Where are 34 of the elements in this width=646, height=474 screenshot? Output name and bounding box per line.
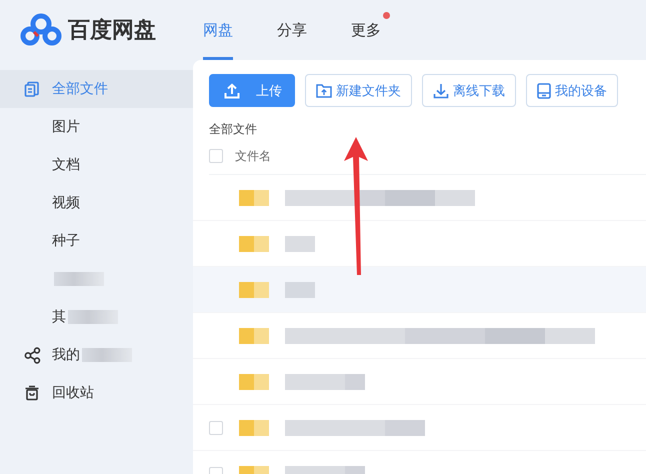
toolbar-button[interactable]: 我的设备 [526, 74, 618, 107]
file-row[interactable] [193, 267, 646, 313]
column-header: 文件名 [235, 148, 271, 164]
cloud-logo-icon [20, 13, 62, 47]
blurred-file-name [285, 282, 315, 298]
sidebar-item[interactable]: 视频 [0, 184, 193, 222]
sidebar-item[interactable]: 图片 [0, 108, 193, 146]
blurred-folder-icon [239, 282, 269, 298]
breadcrumb: 全部文件 [209, 121, 258, 138]
trash-icon [24, 385, 40, 401]
toolbar-button[interactable]: 新建文件夹 [305, 74, 412, 107]
files-icon [24, 81, 40, 97]
device-icon [537, 82, 551, 98]
nav-tab[interactable]: 分享 [277, 0, 307, 60]
folder-add-icon [316, 83, 332, 98]
row-checkbox[interactable] [209, 420, 223, 434]
sidebar-item[interactable]: 种子 [0, 222, 193, 260]
upload-icon [224, 82, 240, 98]
toolbar-button[interactable]: 离线下载 [422, 74, 516, 107]
blurred-folder-icon [239, 420, 269, 436]
sidebar-item[interactable]: 文档 [0, 146, 193, 184]
blurred-folder-icon [239, 236, 269, 252]
select-all-checkbox[interactable] [209, 149, 223, 163]
app-name: 百度网盘 [68, 16, 156, 45]
download-icon [433, 82, 449, 98]
sidebar-item[interactable]: 回收站 [0, 374, 193, 412]
blurred-folder-icon [239, 374, 269, 390]
sidebar-item[interactable]: 我的 [0, 336, 193, 374]
sidebar-item[interactable]: 其 [0, 298, 193, 336]
blurred-file-name [285, 236, 315, 252]
blurred-folder-icon [239, 190, 269, 206]
nav-tab[interactable]: 更多 [351, 0, 381, 60]
share-icon [24, 346, 41, 364]
blurred-folder-icon [239, 328, 269, 344]
